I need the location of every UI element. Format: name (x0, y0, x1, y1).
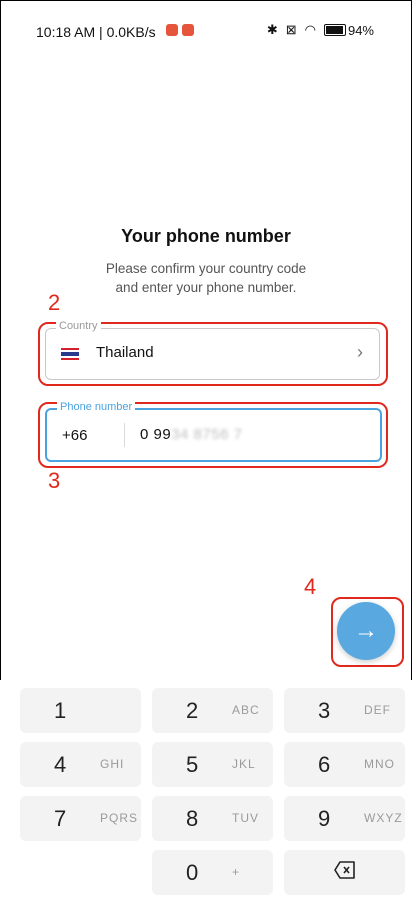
key-digit: 3 (318, 698, 331, 723)
no-sim-icon: ⊠ (285, 22, 297, 37)
key-letters: GHI (100, 757, 125, 771)
key-digit: 9 (318, 806, 331, 831)
page-subtitle: Please confirm your country code and ent… (0, 259, 412, 297)
battery-icon: 94% (323, 22, 374, 38)
phone-label: Phone number (57, 401, 136, 413)
key-digit: 2 (186, 698, 199, 723)
page-title: Your phone number (121, 226, 291, 246)
key-9[interactable]: 9 WXYZ (284, 796, 405, 841)
phone-number-field[interactable]: Phone number +66 0 9934 8756 7 (45, 401, 382, 462)
notification-app-icon (166, 24, 178, 36)
key-digit: 6 (318, 752, 331, 777)
backspace-icon (334, 861, 356, 884)
key-6[interactable]: 6 MNO (284, 742, 405, 787)
key-digit: 5 (186, 752, 199, 777)
country-name: Thailand (96, 344, 154, 361)
annotation-4: 4 (304, 574, 317, 599)
key-8[interactable]: 8 TUV (152, 796, 273, 841)
status-bar: 10:18 AM | 0.0KB/s ✱ ⊠ ◠ 94% (0, 0, 412, 60)
bluetooth-icon: ✱ (266, 22, 278, 37)
chevron-right-icon: › (357, 342, 363, 362)
key-0[interactable]: 0 + (152, 850, 273, 895)
key-letters: + (232, 865, 241, 879)
subtitle-line-1: Please confirm your country code (105, 261, 307, 276)
status-icons: ✱ ⊠ ◠ 94% (267, 22, 374, 38)
country-selector[interactable]: Country Thailand › (45, 320, 380, 380)
phone-number-input[interactable]: 0 9934 8756 7 (140, 426, 242, 443)
key-1[interactable]: 1 (20, 688, 141, 733)
battery-percent: 94% (347, 22, 374, 38)
subtitle-line-2: and enter your phone number. (115, 280, 297, 295)
annotation-2: 2 (48, 290, 61, 315)
phone-number-blurred: 34 8756 7 (171, 426, 243, 443)
key-letters: ABC (232, 703, 260, 717)
key-letters: MNO (364, 757, 395, 771)
backspace-key[interactable] (284, 850, 405, 895)
key-digit: 4 (54, 752, 67, 777)
key-digit: 8 (186, 806, 199, 831)
wifi-icon: ◠ (304, 22, 316, 37)
status-time: 10:18 AM | 0.0KB/s (36, 24, 156, 40)
key-3[interactable]: 3 DEF (284, 688, 405, 733)
key-letters: JKL (232, 757, 256, 771)
phone-number-visible: 0 99 (140, 426, 172, 443)
key-2[interactable]: 2 ABC (152, 688, 273, 733)
key-digit: 7 (54, 806, 67, 831)
arrow-right-icon: → (354, 617, 378, 644)
key-digit: 0 (186, 860, 199, 885)
key-letters: WXYZ (364, 811, 403, 825)
key-letters: DEF (364, 703, 391, 717)
thailand-flag-icon (61, 348, 79, 360)
key-letters: TUV (232, 811, 259, 825)
numeric-keypad: 1 2 ABC 3 DEF 4 GHI 5 JKL 6 MNO 7 PQRS 8 TUV 9 W… (0, 680, 412, 913)
key-5[interactable]: 5 JKL (152, 742, 273, 787)
country-label: Country (56, 320, 101, 332)
key-letters: PQRS (100, 811, 139, 825)
notification-app-icon-2 (182, 24, 194, 36)
field-divider (124, 423, 125, 447)
country-code[interactable]: +66 (62, 427, 87, 444)
key-4[interactable]: 4 GHI (20, 742, 141, 787)
key-7[interactable]: 7 PQRS (20, 796, 141, 841)
next-button[interactable]: → (337, 602, 395, 660)
annotation-3: 3 (48, 468, 61, 493)
key-digit: 1 (54, 698, 67, 723)
